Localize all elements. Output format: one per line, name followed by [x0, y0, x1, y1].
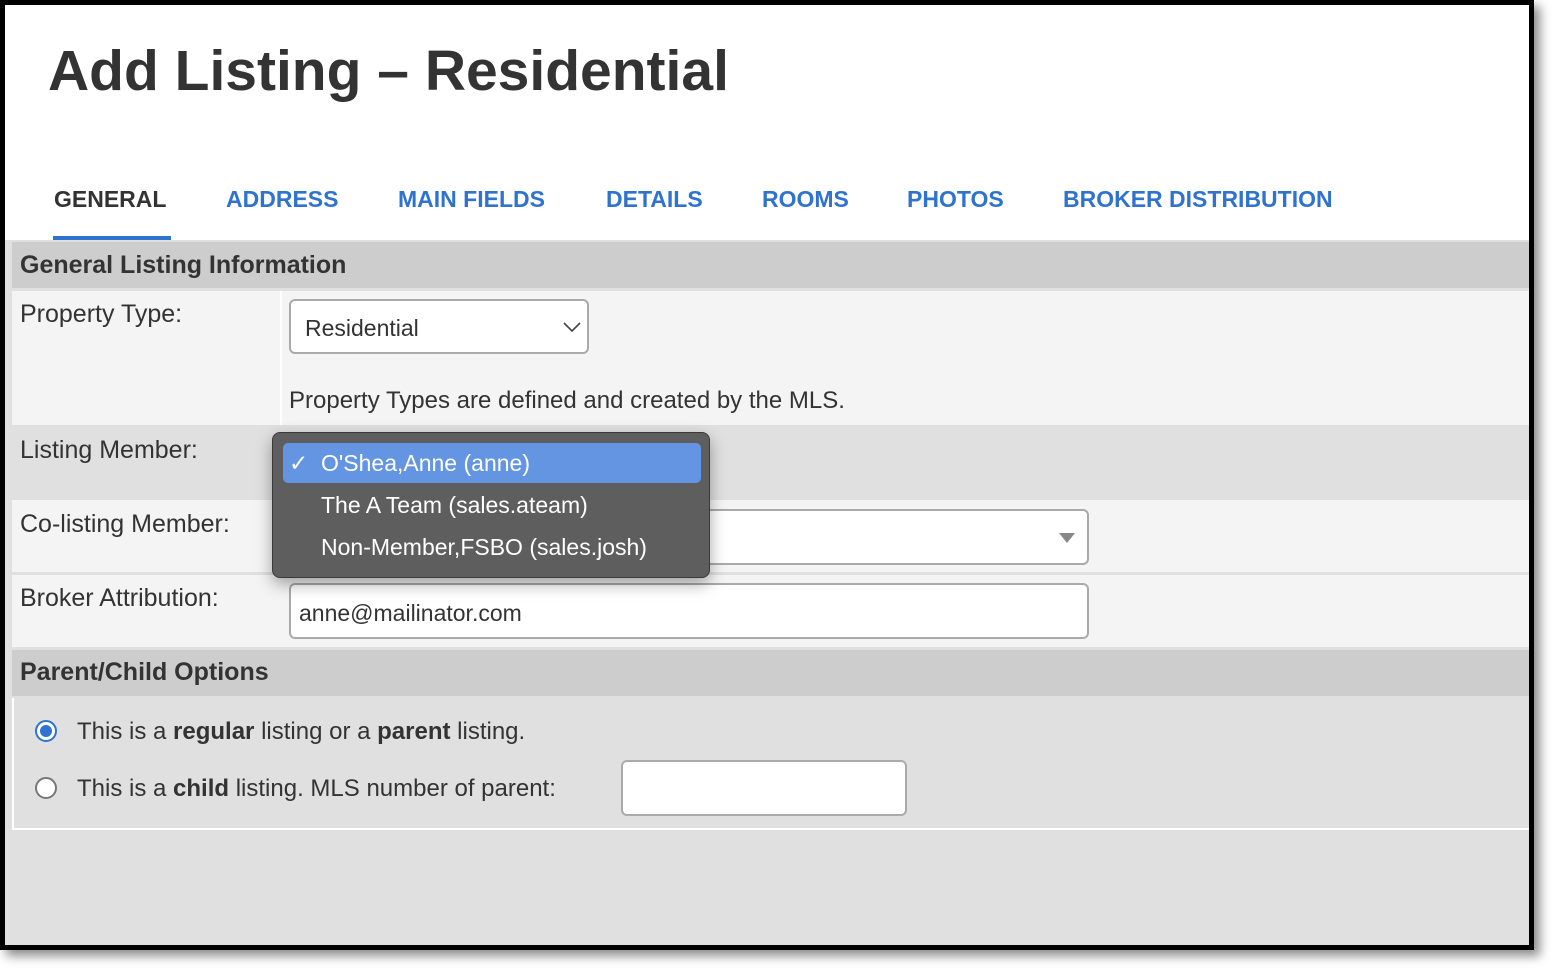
tab-general[interactable]: GENERAL [54, 186, 166, 213]
child-listing-label: This is a child listing. MLS number of p… [77, 775, 556, 802]
option-label: O'Shea,Anne (anne) [321, 450, 530, 476]
broker-attribution-input[interactable]: anne@mailinator.com [289, 583, 1089, 639]
listing-member-dropdown[interactable]: ✓ O'Shea,Anne (anne) The A Team (sales.a… [272, 432, 710, 578]
page-title: Add Listing – Residential [48, 39, 729, 103]
property-type-value: Residential [305, 315, 419, 341]
regular-listing-radio[interactable] [35, 720, 57, 742]
radio-selected-dot [40, 725, 52, 737]
parent-mls-number-input[interactable] [621, 760, 907, 816]
tab-photos[interactable]: PHOTOS [907, 186, 1004, 213]
co-listing-member-label: Co-listing Member: [20, 510, 230, 538]
tab-rooms[interactable]: ROOMS [762, 186, 849, 213]
tab-main-fields[interactable]: MAIN FIELDS [398, 186, 545, 213]
listing-member-row [12, 427, 1529, 498]
child-listing-radio[interactable] [35, 777, 57, 799]
tab-details[interactable]: DETAILS [606, 186, 703, 213]
tab-address[interactable]: ADDRESS [226, 186, 338, 213]
property-type-label: Property Type: [20, 300, 183, 328]
option-label: Non-Member,FSBO (sales.josh) [321, 534, 647, 560]
listing-member-label: Listing Member: [20, 436, 198, 464]
checkmark-icon: ✓ [289, 450, 309, 476]
option-label: The A Team (sales.ateam) [321, 492, 588, 518]
chevron-down-icon [563, 322, 581, 333]
listing-member-option[interactable]: ✓ O'Shea,Anne (anne) [283, 443, 701, 483]
broker-attribution-label: Broker Attribution: [20, 584, 219, 612]
general-section-title: General Listing Information [20, 251, 347, 279]
caret-down-icon [1059, 533, 1075, 543]
listing-member-option[interactable]: Non-Member,FSBO (sales.josh) [283, 527, 701, 567]
regular-listing-label: This is a regular listing or a parent li… [77, 718, 526, 745]
property-type-select[interactable]: Residential [289, 299, 589, 354]
parent-child-section-title: Parent/Child Options [20, 658, 269, 686]
broker-attribution-value: anne@mailinator.com [299, 600, 522, 626]
property-type-help: Property Types are defined and created b… [289, 387, 845, 414]
column-divider [280, 291, 282, 425]
tab-broker-distribution[interactable]: BROKER DISTRIBUTION [1063, 186, 1333, 213]
listing-member-option[interactable]: The A Team (sales.ateam) [283, 485, 701, 525]
